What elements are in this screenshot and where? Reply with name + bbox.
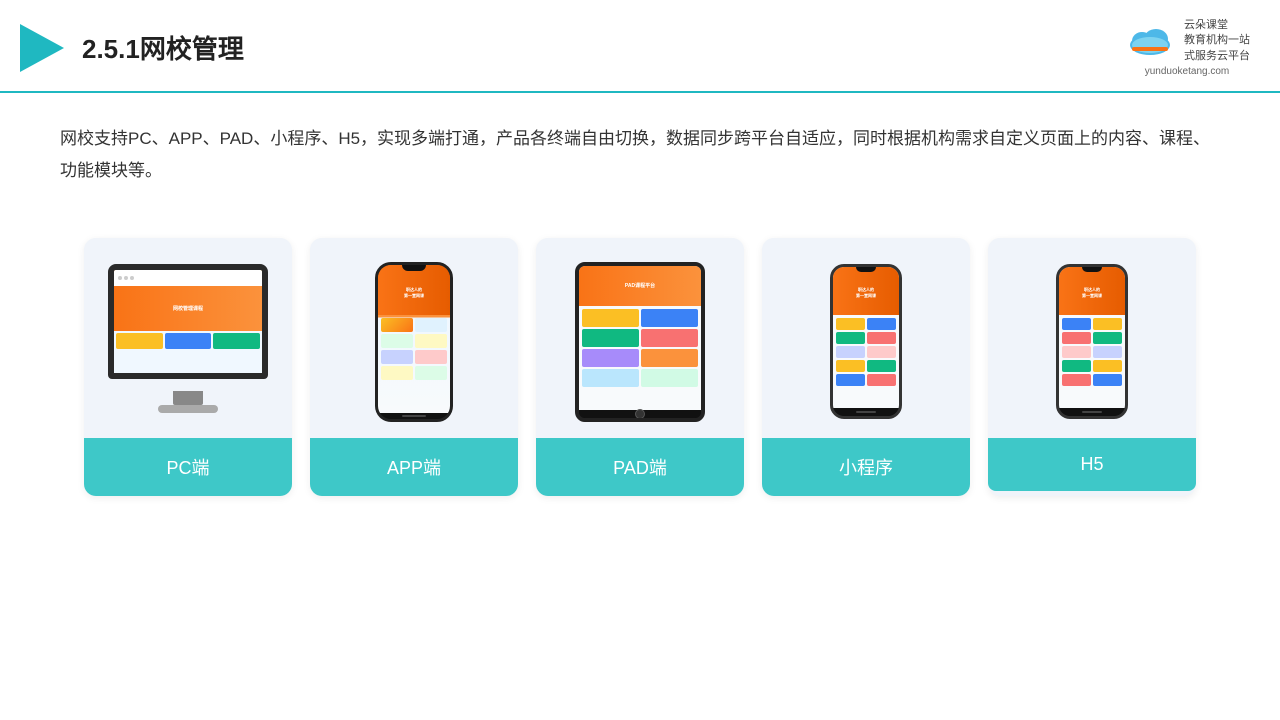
card-h5-image: 职达人的第一堂网课	[988, 238, 1196, 438]
card-pc-label: PC端	[84, 438, 292, 496]
card-miniprogram-image: 职达人的第一堂网课	[762, 238, 970, 438]
pc-monitor-icon: 网校管理课程	[103, 264, 273, 419]
logo-area: 云朵课堂 教育机构一站 式服务云平台	[1124, 18, 1250, 64]
description-text: 网校支持PC、APP、PAD、小程序、H5，实现多端打通，产品各终端自由切换，数…	[0, 93, 1280, 198]
cloud-logo-icon	[1124, 23, 1176, 59]
card-app-label: APP端	[310, 438, 518, 496]
phone-app-icon: 职达人的第一堂网课	[375, 262, 453, 422]
play-icon	[20, 24, 68, 72]
page-header: 2.5.1网校管理 云朵课堂 教育机构一站 式服务云平台 yunduoketan…	[0, 0, 1280, 93]
description-paragraph: 网校支持PC、APP、PAD、小程序、H5，实现多端打通，产品各终端自由切换，数…	[60, 123, 1220, 188]
logo-domain: yunduoketang.com	[1145, 66, 1230, 77]
card-app[interactable]: 职达人的第一堂网课	[310, 238, 518, 496]
card-miniprogram-label: 小程序	[762, 438, 970, 496]
page-title: 2.5.1网校管理	[82, 29, 244, 66]
card-pad-label: PAD端	[536, 438, 744, 496]
card-app-image: 职达人的第一堂网课	[310, 238, 518, 438]
card-h5-label: H5	[988, 438, 1196, 491]
header-right: 云朵课堂 教育机构一站 式服务云平台 yunduoketang.com	[1124, 18, 1250, 77]
mini-phone-icon: 职达人的第一堂网课	[830, 264, 902, 419]
cards-container: 网校管理课程 PC端	[0, 208, 1280, 516]
logo-text: 云朵课堂 教育机构一站 式服务云平台	[1184, 18, 1250, 64]
tablet-pad-icon: PAD课程平台	[575, 262, 705, 422]
card-miniprogram[interactable]: 职达人的第一堂网课	[762, 238, 970, 496]
logo-tagline1: 教育机构一站	[1184, 33, 1250, 48]
card-pad[interactable]: PAD课程平台 P	[536, 238, 744, 496]
card-pc[interactable]: 网校管理课程 PC端	[84, 238, 292, 496]
card-pad-image: PAD课程平台	[536, 238, 744, 438]
logo-name: 云朵课堂	[1184, 18, 1250, 33]
h5-phone-icon: 职达人的第一堂网课	[1056, 264, 1128, 419]
card-pc-image: 网校管理课程	[84, 238, 292, 438]
card-h5[interactable]: 职达人的第一堂网课	[988, 238, 1196, 496]
header-left: 2.5.1网校管理	[20, 24, 244, 72]
logo-tagline2: 式服务云平台	[1184, 49, 1250, 64]
